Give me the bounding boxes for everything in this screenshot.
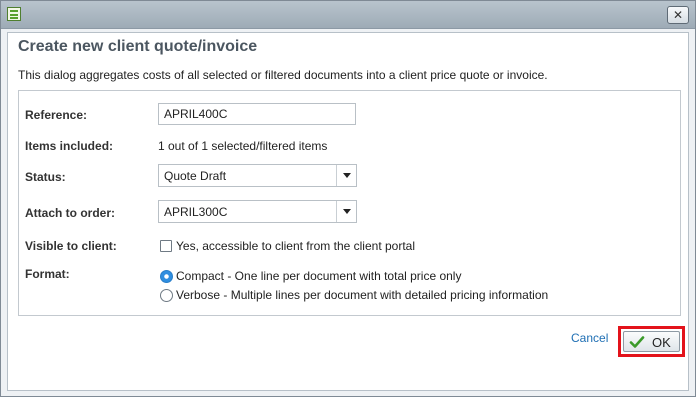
attach-to-order-value: APRIL300C (164, 205, 228, 219)
quote-form: Reference: Items included: 1 out of 1 se… (18, 90, 681, 316)
visible-to-client-label: Visible to client: (25, 239, 117, 253)
status-label: Status: (25, 170, 66, 184)
form-icon (7, 7, 21, 21)
dialog-body: Create new client quote/invoice This dia… (7, 32, 689, 391)
reference-input[interactable] (158, 103, 356, 125)
format-label: Format: (25, 267, 70, 281)
items-included-value: 1 out of 1 selected/filtered items (158, 139, 328, 153)
status-select-value: Quote Draft (164, 169, 227, 183)
ok-button-highlight: OK (618, 326, 685, 357)
format-compact-label[interactable]: Compact - One line per document with tot… (176, 269, 461, 283)
chevron-down-icon[interactable] (336, 165, 356, 186)
ok-button[interactable]: OK (623, 331, 680, 352)
ok-button-label: OK (652, 335, 671, 350)
dialog-window: ✕ Create new client quote/invoice This d… (0, 0, 696, 397)
format-compact-radio[interactable] (160, 270, 173, 283)
reference-label: Reference: (25, 108, 88, 122)
chevron-down-icon[interactable] (336, 201, 356, 222)
attach-to-order-label: Attach to order: (25, 206, 115, 220)
close-button[interactable]: ✕ (667, 6, 689, 24)
visible-to-client-option-label[interactable]: Yes, accessible to client from the clien… (176, 239, 415, 253)
cancel-link[interactable]: Cancel (571, 331, 608, 345)
dialog-description: This dialog aggregates costs of all sele… (18, 68, 548, 82)
items-included-label: Items included: (25, 139, 114, 153)
format-verbose-label[interactable]: Verbose - Multiple lines per document wi… (176, 288, 548, 302)
format-verbose-radio[interactable] (160, 289, 173, 302)
checkmark-icon (629, 336, 645, 348)
title-bar: ✕ (1, 1, 695, 29)
visible-to-client-checkbox[interactable] (160, 240, 172, 252)
attach-to-order-select[interactable]: APRIL300C (158, 200, 357, 223)
dialog-title: Create new client quote/invoice (18, 38, 258, 55)
status-select[interactable]: Quote Draft (158, 164, 357, 187)
